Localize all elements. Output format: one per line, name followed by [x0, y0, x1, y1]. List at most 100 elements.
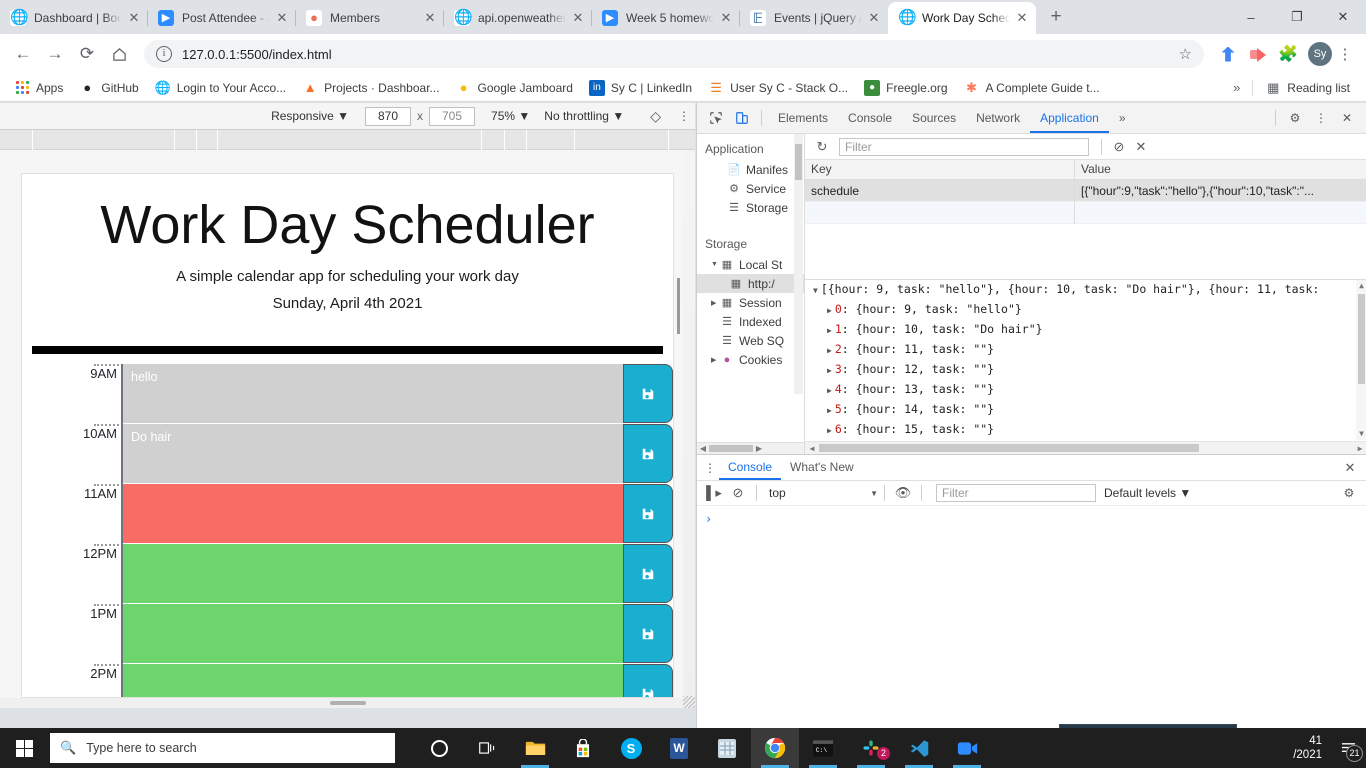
- sidebar-item-indexeddb[interactable]: ☰ Indexed: [697, 312, 804, 331]
- viewport-resize-handle[interactable]: [683, 696, 695, 708]
- sidebar-item-cookies[interactable]: ▶ ● Cookies: [697, 350, 804, 369]
- chevron-right-icon[interactable]: ▶: [827, 346, 832, 355]
- page-horizontal-scrollbar[interactable]: [0, 698, 683, 708]
- tab-console[interactable]: Console: [838, 103, 902, 133]
- clear-icon[interactable]: ⊘: [726, 485, 750, 501]
- sidebar-item-local-storage[interactable]: ▼ ▦ Local St: [697, 255, 804, 274]
- browser-tab-4[interactable]: ▶ Week 5 homework ✕: [591, 2, 740, 34]
- sidebar-item-websql[interactable]: ☰ Web SQ: [697, 331, 804, 350]
- gear-icon[interactable]: ⚙: [1282, 105, 1308, 131]
- drawer-menu-icon[interactable]: ⋮: [701, 461, 719, 475]
- excel-icon[interactable]: [703, 728, 751, 768]
- close-icon[interactable]: ✕: [866, 10, 882, 26]
- reading-list-button[interactable]: ▦ Reading list: [1257, 76, 1358, 100]
- refresh-icon[interactable]: ↻: [811, 139, 833, 155]
- scroll-up-icon[interactable]: ▲: [1356, 280, 1366, 292]
- scroll-left-icon[interactable]: ◀: [697, 444, 709, 453]
- zoom-icon[interactable]: [943, 728, 991, 768]
- drawer-tab-console[interactable]: Console: [719, 455, 782, 480]
- sidebar-item-local-storage-origin[interactable]: ▦ http:/: [697, 274, 804, 293]
- execution-context-select[interactable]: top ▼: [763, 486, 878, 500]
- save-button[interactable]: [623, 364, 673, 424]
- task-input[interactable]: [123, 544, 623, 605]
- avatar[interactable]: Sy: [1308, 42, 1332, 66]
- scroll-right-icon[interactable]: ▶: [1353, 444, 1366, 453]
- sidebar-horizontal-scrollbar[interactable]: ◀ ▶: [697, 442, 804, 454]
- chevron-right-icon[interactable]: ▶: [827, 306, 832, 315]
- sidebar-vertical-scrollbar[interactable]: [794, 134, 803, 394]
- new-tab-button[interactable]: +: [1042, 4, 1070, 32]
- chevron-down-icon[interactable]: ▼: [711, 261, 720, 268]
- drawer-close-icon[interactable]: ✕: [1337, 460, 1363, 476]
- file-explorer-icon[interactable]: [511, 728, 559, 768]
- drawer-tab-whats-new[interactable]: What's New: [781, 455, 863, 480]
- scroll-right-icon[interactable]: ▶: [753, 444, 765, 453]
- column-header-key[interactable]: Key: [805, 160, 1075, 179]
- bookmark-gitlab[interactable]: ▲ Projects · Dashboar...: [294, 76, 447, 100]
- scroll-down-icon[interactable]: ▼: [1356, 428, 1366, 440]
- close-icon[interactable]: ✕: [718, 10, 734, 26]
- bookmark-github[interactable]: ● GitHub: [71, 76, 146, 100]
- minimize-button[interactable]: –: [1228, 0, 1274, 34]
- vscode-icon[interactable]: [895, 728, 943, 768]
- task-input[interactable]: [123, 604, 623, 665]
- notifications-icon[interactable]: 21: [1330, 728, 1366, 768]
- preview-horizontal-scrollbar[interactable]: ◀ ▶: [805, 441, 1366, 454]
- close-icon[interactable]: ✕: [126, 10, 142, 26]
- scroll-left-icon[interactable]: ◀: [805, 444, 819, 453]
- preview-root-line[interactable]: ▼ [{hour: 9, task: "hello"}, {hour: 10, t…: [805, 280, 1366, 300]
- chevron-right-icon[interactable]: ▶: [827, 426, 832, 435]
- chevron-right-icon[interactable]: ▶: [711, 356, 720, 364]
- close-icon[interactable]: ✕: [1014, 10, 1030, 26]
- task-input[interactable]: hello: [123, 364, 623, 425]
- browser-tab-2[interactable]: ● Members ✕: [295, 2, 444, 34]
- console-prompt[interactable]: ›: [697, 506, 1366, 532]
- column-header-value[interactable]: Value: [1075, 160, 1366, 179]
- bookmark-apps[interactable]: Apps: [8, 76, 71, 100]
- table-row[interactable]: schedule [{"hour":9,"task":"hello"},{"ho…: [805, 179, 1366, 202]
- extensions-puzzle-icon[interactable]: 🧩: [1274, 40, 1302, 68]
- preview-entry[interactable]: ▶ 5: {hour: 14, task: ""}: [805, 400, 1366, 420]
- table-row[interactable]: [805, 201, 1366, 224]
- inspect-cursor-icon[interactable]: [703, 105, 729, 131]
- sidebar-item-session-storage[interactable]: ▶ ▦ Session: [697, 293, 804, 312]
- address-bar[interactable]: i 127.0.0.1:5500/index.html ☆: [144, 40, 1204, 68]
- chevron-right-icon[interactable]: ▶: [711, 299, 720, 307]
- page-info-icon[interactable]: i: [156, 46, 172, 62]
- browser-tab-3[interactable]: 🌐 api.openweatherm ✕: [443, 2, 592, 34]
- devtools-menu-icon[interactable]: ⋮: [1308, 105, 1334, 131]
- taskbar-clock[interactable]: 41 /2021: [1244, 734, 1330, 762]
- devtools-tabs-overflow[interactable]: »: [1109, 103, 1136, 133]
- terminal-icon[interactable]: C:\: [799, 728, 847, 768]
- task-input[interactable]: [123, 664, 623, 697]
- save-button[interactable]: [623, 424, 673, 484]
- tab-sources[interactable]: Sources: [902, 103, 966, 133]
- browser-tab-5[interactable]: 𝔼 Events | jQuery API ✕: [739, 2, 888, 34]
- skype-icon[interactable]: S: [607, 728, 655, 768]
- chrome-icon[interactable]: [751, 728, 799, 768]
- zoom-select[interactable]: 75% ▼: [491, 109, 530, 123]
- maximize-button[interactable]: ❐: [1274, 0, 1320, 34]
- preview-entry[interactable]: ▶ 4: {hour: 13, task: ""}: [805, 380, 1366, 400]
- task-input[interactable]: Do hair: [123, 424, 623, 485]
- save-button[interactable]: [623, 664, 673, 697]
- reload-button[interactable]: ⟳: [72, 39, 102, 69]
- bookmark-star-icon[interactable]: ☆: [1179, 45, 1192, 63]
- device-toolbar-icon[interactable]: [729, 105, 755, 131]
- window-close-button[interactable]: ✕: [1320, 0, 1366, 34]
- tab-elements[interactable]: Elements: [768, 103, 838, 133]
- close-icon[interactable]: ✕: [570, 10, 586, 26]
- page-vertical-scrollbar[interactable]: [675, 150, 683, 708]
- word-icon[interactable]: W: [655, 728, 703, 768]
- close-icon[interactable]: ✕: [422, 10, 438, 26]
- browser-menu-icon[interactable]: ⋮: [1332, 45, 1358, 63]
- task-input[interactable]: [123, 484, 623, 545]
- preview-entry[interactable]: ▶ 3: {hour: 12, task: ""}: [805, 360, 1366, 380]
- preview-entry[interactable]: ▶ 1: {hour: 10, task: "Do hair"}: [805, 320, 1366, 340]
- console-settings-gear-icon[interactable]: ⚙: [1336, 486, 1362, 500]
- extension-play-icon[interactable]: [1244, 40, 1272, 68]
- task-view-icon[interactable]: [463, 728, 511, 768]
- bookmarks-overflow-icon[interactable]: »: [1225, 80, 1248, 95]
- chevron-down-icon[interactable]: ▼: [813, 286, 818, 295]
- console-levels-select[interactable]: Default levels ▼: [1104, 486, 1191, 500]
